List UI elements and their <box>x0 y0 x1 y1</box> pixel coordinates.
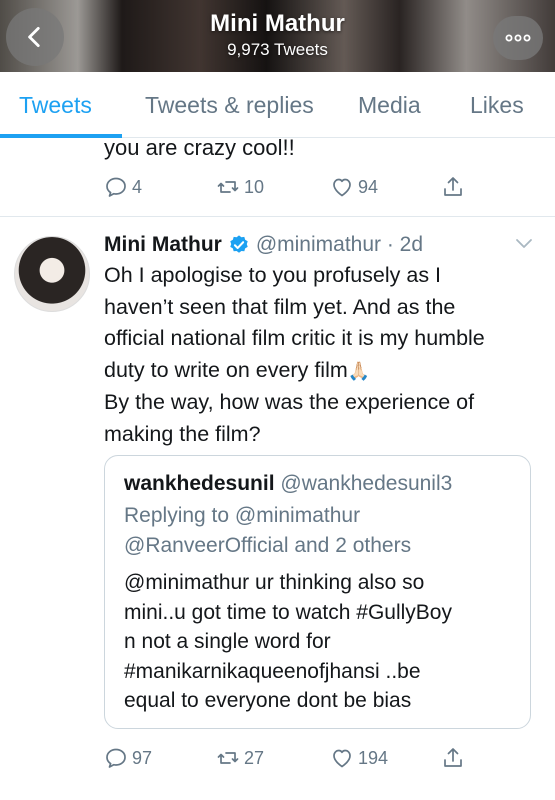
quoted-tweet-text: @minimathur ur thinking also so mini..u … <box>124 571 452 712</box>
tab-tweets[interactable]: Tweets <box>19 92 92 119</box>
retweet-icon <box>217 181 239 193</box>
retweet-button[interactable]: 10 <box>216 175 264 199</box>
reply-button[interactable]: 97 <box>104 746 152 770</box>
like-icon <box>333 178 351 197</box>
share-icon <box>444 748 462 767</box>
profile-name-title: Mini Mathur <box>210 10 345 37</box>
more-options-button[interactable] <box>493 16 543 60</box>
tweet-author-row: Mini Mathur @minimathur · 2d <box>104 232 423 258</box>
quoted-tweet-card[interactable]: wankhedesunil @wankhedesunil3 Replying t… <box>104 455 531 729</box>
retweet-count: 27 <box>244 747 265 768</box>
author-name[interactable]: Mini Mathur <box>104 233 222 257</box>
tweet-count: 9,973 Tweets <box>227 40 328 59</box>
more-dots-icon <box>505 34 531 42</box>
quoted-author-handle: @wankhedesunil3 <box>280 472 453 495</box>
tab-likes[interactable]: Likes <box>470 92 524 119</box>
reply-icon <box>106 748 126 768</box>
verified-badge-icon <box>230 235 248 253</box>
tweet-text-main: Oh I apologise to you profusely as I hav… <box>104 263 485 382</box>
retweet-button[interactable]: 27 <box>216 746 264 770</box>
previous-tweet-actions: 4 10 94 <box>104 175 524 205</box>
like-button[interactable]: 94 <box>330 175 378 199</box>
tweet-text: Oh I apologise to you profusely as I hav… <box>104 260 534 450</box>
tweet-divider <box>0 216 555 217</box>
quoted-author-name: wankhedesunil <box>124 472 275 495</box>
share-button[interactable] <box>441 746 469 770</box>
quoted-replying-to: Replying to @minimathur <box>124 504 361 527</box>
tweet-actions: 97 27 194 <box>104 746 524 776</box>
reply-button[interactable]: 4 <box>104 175 142 199</box>
quoted-author-row: wankhedesunil @wankhedesunil3 <box>124 472 452 496</box>
share-button[interactable] <box>441 175 469 199</box>
like-count: 94 <box>358 176 379 197</box>
quoted-replying-others: @RanveerOfficial and 2 others <box>124 534 412 557</box>
previous-tweet-text: you are crazy cool!! <box>104 135 295 160</box>
retweet-count: 10 <box>244 176 265 197</box>
like-icon <box>333 749 351 768</box>
tab-media[interactable]: Media <box>358 92 421 119</box>
profile-header-banner: Mini Mathur 9,973 Tweets <box>0 0 555 72</box>
tweet-text-continued: By the way, how was the experience of ma… <box>104 390 475 446</box>
author-handle-time: @minimathur · 2d <box>255 233 424 256</box>
retweet-icon <box>217 752 239 764</box>
avatar[interactable] <box>14 236 90 312</box>
like-button[interactable]: 194 <box>330 746 388 770</box>
reply-count: 97 <box>132 747 153 768</box>
like-count: 194 <box>358 747 389 768</box>
chevron-down-icon[interactable] <box>515 238 533 250</box>
tab-tweets-replies[interactable]: Tweets & replies <box>145 92 314 119</box>
reply-count: 4 <box>132 176 143 197</box>
reply-icon <box>106 177 126 197</box>
profile-tabs: Tweets Tweets & replies Media Likes <box>0 72 555 138</box>
folded-hands-emoji: 🙏🏻 <box>347 360 371 381</box>
share-icon <box>444 177 462 196</box>
